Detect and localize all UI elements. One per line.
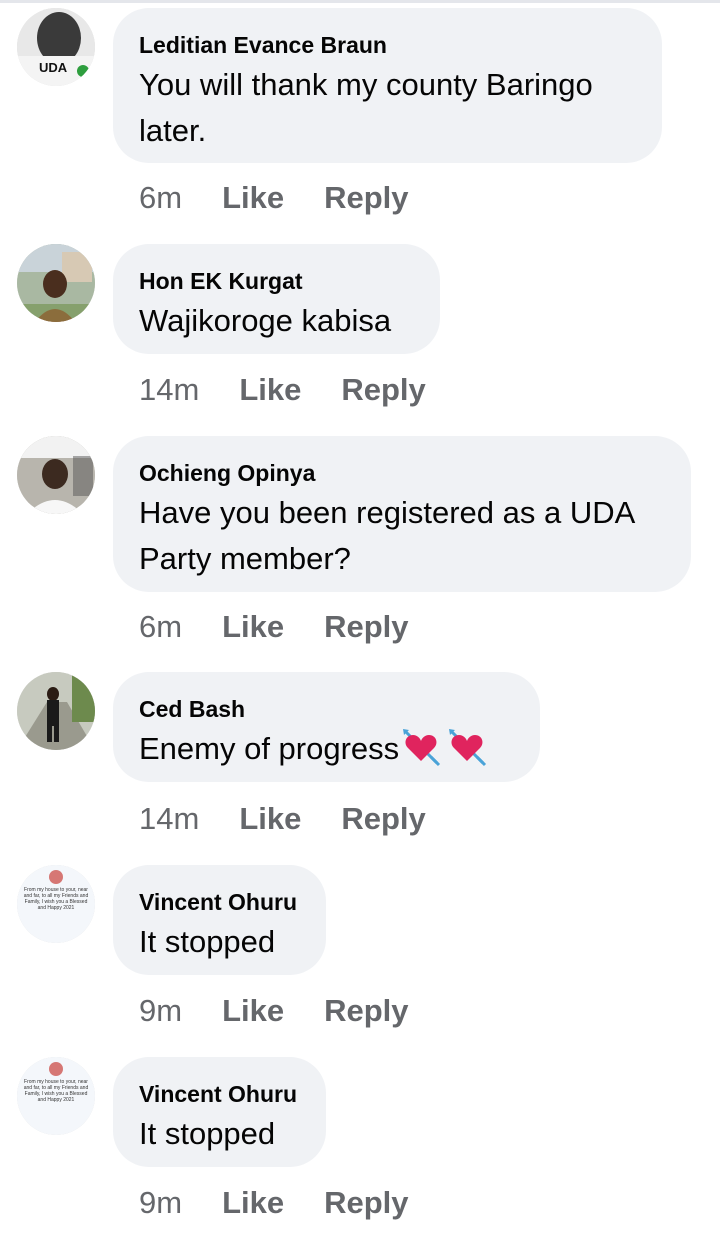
comment-author[interactable]: Hon EK Kurgat [139, 266, 414, 296]
comment-actions: 6m Like Reply [139, 607, 409, 647]
comment-actions: 14m Like Reply [139, 370, 426, 410]
avatar-card-text: From my house to your, near and far, to … [23, 887, 89, 911]
avatar[interactable] [17, 672, 95, 750]
comment-bubble: Hon EK Kurgat Wajikoroge kabisa [113, 244, 440, 354]
comment-bubble: Ced Bash Enemy of progress [113, 672, 540, 782]
comment-time[interactable]: 9m [139, 1183, 182, 1223]
reply-button[interactable]: Reply [341, 370, 425, 410]
comment-actions: 6m Like Reply [139, 178, 409, 218]
avatar[interactable]: From my house to your, near and far, to … [17, 865, 95, 943]
comment-bubble: Leditian Evance Braun You will thank my … [113, 8, 662, 163]
comment-actions: 14m Like Reply [139, 799, 426, 839]
comment-text: You will thank my county Baringo later. [139, 67, 593, 148]
avatar-card-text: From my house to your, near and far, to … [23, 1079, 89, 1103]
like-button[interactable]: Like [222, 178, 284, 218]
comment-time[interactable]: 14m [139, 799, 199, 839]
heart-with-arrow-icon [449, 729, 487, 767]
like-button[interactable]: Like [239, 799, 301, 839]
comment-text: Wajikoroge kabisa [139, 303, 392, 338]
comment-text: It stopped [139, 924, 276, 959]
comment-bubble: Vincent Ohuru It stopped [113, 865, 326, 975]
reply-button[interactable]: Reply [341, 799, 425, 839]
comment-actions: 9m Like Reply [139, 1183, 409, 1223]
avatar[interactable]: From my house to your, near and far, to … [17, 1057, 95, 1135]
comment-time[interactable]: 6m [139, 607, 182, 647]
comment-time[interactable]: 14m [139, 370, 199, 410]
avatar[interactable]: UDA [17, 8, 95, 86]
like-button[interactable]: Like [222, 991, 284, 1031]
comment-bubble: Vincent Ohuru It stopped [113, 1057, 326, 1167]
avatar[interactable] [17, 244, 95, 322]
avatar[interactable] [17, 436, 95, 514]
reply-button[interactable]: Reply [324, 1183, 408, 1223]
avatar-logo-text: UDA [39, 60, 68, 75]
comment-time[interactable]: 9m [139, 991, 182, 1031]
reply-button[interactable]: Reply [324, 607, 408, 647]
avatar-image [17, 672, 95, 750]
comment-author[interactable]: Vincent Ohuru [139, 887, 300, 917]
comment-bubble: Ochieng Opinya Have you been registered … [113, 436, 691, 592]
like-button[interactable]: Like [222, 1183, 284, 1223]
reply-button[interactable]: Reply [324, 991, 408, 1031]
comment-author[interactable]: Ochieng Opinya [139, 458, 665, 488]
avatar-image: From my house to your, near and far, to … [17, 1057, 95, 1135]
comment-author[interactable]: Ced Bash [139, 694, 514, 724]
heart-with-arrow-icon [403, 729, 441, 767]
reply-button[interactable]: Reply [324, 178, 408, 218]
comment-text: Have you been registered as a UDA Party … [139, 495, 634, 576]
like-button[interactable]: Like [239, 370, 301, 410]
comment-text-content: Enemy of progress [139, 731, 400, 766]
comment-author[interactable]: Leditian Evance Braun [139, 30, 636, 60]
comment-actions: 9m Like Reply [139, 991, 409, 1031]
comment-text: Enemy of progress [139, 726, 514, 772]
comment-text: It stopped [139, 1116, 276, 1151]
avatar-image: From my house to your, near and far, to … [17, 865, 95, 943]
top-divider [0, 0, 720, 3]
comment-time[interactable]: 6m [139, 178, 182, 218]
like-button[interactable]: Like [222, 607, 284, 647]
avatar-image [17, 244, 95, 322]
avatar-image: UDA [17, 8, 95, 86]
comment-author[interactable]: Vincent Ohuru [139, 1079, 300, 1109]
avatar-image [17, 436, 95, 514]
